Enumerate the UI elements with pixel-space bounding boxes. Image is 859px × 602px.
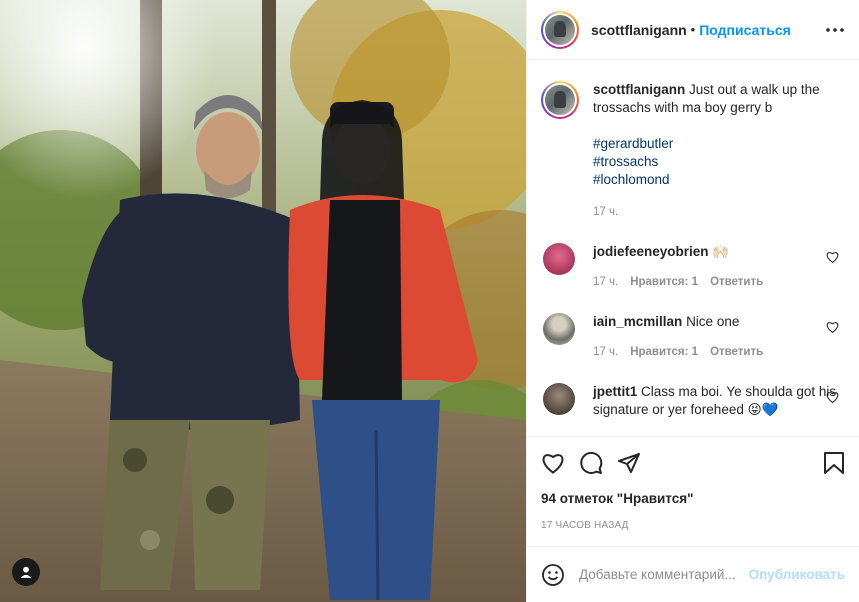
comment-text: Nice one	[686, 314, 740, 329]
comment-item: jodiefeeneyobrien 🙌🏻 17 ч. Нравится: 1 О…	[541, 243, 845, 291]
commenter-username[interactable]: jodiefeeneyobrien	[593, 244, 709, 259]
separator-dot: •	[690, 22, 696, 37]
reply-button[interactable]: Ответить	[710, 343, 763, 361]
follow-button[interactable]: Подписаться	[699, 22, 791, 38]
post-header: scottflanigann • Подписаться	[527, 0, 859, 60]
more-icon	[826, 27, 844, 32]
post-time[interactable]: 17 ЧАСОВ НАЗАД	[541, 520, 845, 531]
comment-like-icon[interactable]	[826, 251, 839, 263]
commenter-avatar[interactable]	[543, 313, 575, 345]
post-sidebar: scottflanigann • Подписаться scottflanig…	[526, 0, 859, 602]
commenter-username[interactable]: iain_mcmillan	[593, 314, 682, 329]
author-avatar[interactable]	[541, 10, 579, 49]
comment-item: jpettit1 Class ma boi. Ye shoulda got hi…	[541, 383, 845, 419]
post-actions: 94 отметок "Нравится" 17 ЧАСОВ НАЗАД	[527, 436, 859, 531]
likes-count[interactable]: 94 отметок "Нравится"	[541, 491, 845, 506]
emoji-icon	[542, 563, 564, 586]
photo-scene	[0, 0, 526, 602]
caption-hashtags: #gerardbutler #trossachs #lochlomond	[593, 135, 833, 189]
like-button[interactable]	[541, 452, 565, 474]
add-comment-bar: Добавьте комментарий... Опубликовать	[527, 546, 859, 602]
reply-button[interactable]: Ответить	[710, 273, 763, 291]
comment-like-icon[interactable]	[826, 391, 839, 403]
author-username[interactable]: scottflanigann	[591, 22, 687, 38]
comment-like-icon[interactable]	[826, 321, 839, 333]
comment-text: 🙌🏻	[712, 244, 730, 259]
emoji-button[interactable]	[541, 563, 565, 587]
caption-avatar[interactable]	[541, 81, 579, 119]
tag-user-icon	[20, 566, 32, 578]
comments-list[interactable]: scottflanigann Just out a walk up the tr…	[527, 61, 859, 435]
heart-icon	[542, 454, 564, 474]
commenter-avatar[interactable]	[543, 243, 575, 275]
hashtag-link[interactable]: #trossachs	[593, 153, 833, 171]
tag-user-button[interactable]	[12, 558, 40, 586]
comment-icon	[580, 452, 603, 474]
caption-time[interactable]: 17 ч.	[593, 203, 833, 221]
save-button[interactable]	[823, 451, 845, 475]
commenter-username[interactable]: jpettit1	[593, 384, 637, 399]
share-icon	[618, 453, 640, 473]
post-photo[interactable]	[0, 0, 526, 602]
share-button[interactable]	[617, 451, 641, 475]
hashtag-link[interactable]: #lochlomond	[593, 171, 833, 189]
publish-button[interactable]: Опубликовать	[749, 567, 845, 582]
caption-username[interactable]: scottflanigann	[593, 82, 685, 97]
post-caption: scottflanigann Just out a walk up the tr…	[541, 61, 845, 221]
comment-likes[interactable]: Нравится: 1	[630, 273, 698, 291]
comment-likes[interactable]: Нравится: 1	[630, 343, 698, 361]
hashtag-link[interactable]: #gerardbutler	[593, 135, 833, 153]
comment-button[interactable]	[579, 451, 603, 475]
comment-time[interactable]: 17 ч.	[593, 343, 618, 361]
comment-item: iain_mcmillan Nice one 17 ч. Нравится: 1…	[541, 313, 845, 361]
comment-input[interactable]: Добавьте комментарий...	[579, 567, 749, 582]
more-options-button[interactable]	[823, 18, 847, 42]
commenter-avatar[interactable]	[543, 383, 575, 415]
comment-time[interactable]: 17 ч.	[593, 273, 618, 291]
bookmark-icon	[824, 452, 844, 474]
